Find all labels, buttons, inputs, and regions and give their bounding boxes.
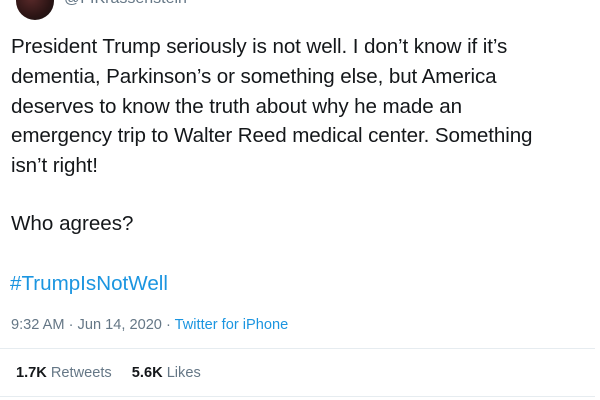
retweets-count: 1.7K — [16, 365, 47, 381]
meta-separator: · — [64, 317, 78, 333]
likes-stat[interactable]: 5.6K Likes — [132, 363, 201, 383]
divider — [0, 396, 595, 397]
tweet-stats: 1.7K Retweets 5.6K Likes — [16, 363, 217, 383]
tweet-header: @FIKrassenstein — [0, 0, 600, 20]
tweet-metadata: 9:32 AM · Jun 14, 2020 · Twitter for iPh… — [11, 315, 288, 335]
hashtag-link[interactable]: #TrumpIsNotWell — [10, 269, 168, 299]
tweet-card: @FIKrassenstein President Trump seriousl… — [0, 0, 600, 400]
divider — [0, 348, 595, 349]
likes-label: Likes — [166, 365, 201, 381]
tweet-text-body: President Trump seriously is not well. I… — [11, 35, 533, 178]
likes-count: 5.6K — [131, 365, 163, 381]
meta-separator: · — [161, 317, 175, 333]
tweet-source-link[interactable]: Twitter for iPhone — [175, 317, 289, 333]
tweet-date[interactable]: Jun 14, 2020 — [78, 317, 162, 333]
tweet-text: President Trump seriously is not well. I… — [11, 32, 596, 181]
avatar[interactable] — [16, 0, 54, 20]
retweets-stat[interactable]: 1.7K Retweets — [16, 363, 112, 383]
user-handle[interactable]: @FIKrassenstein — [64, 0, 187, 8]
tweet-time[interactable]: 9:32 AM — [11, 317, 65, 333]
tweet-question: Who agrees? — [11, 212, 134, 235]
retweets-label: Retweets — [50, 365, 112, 381]
